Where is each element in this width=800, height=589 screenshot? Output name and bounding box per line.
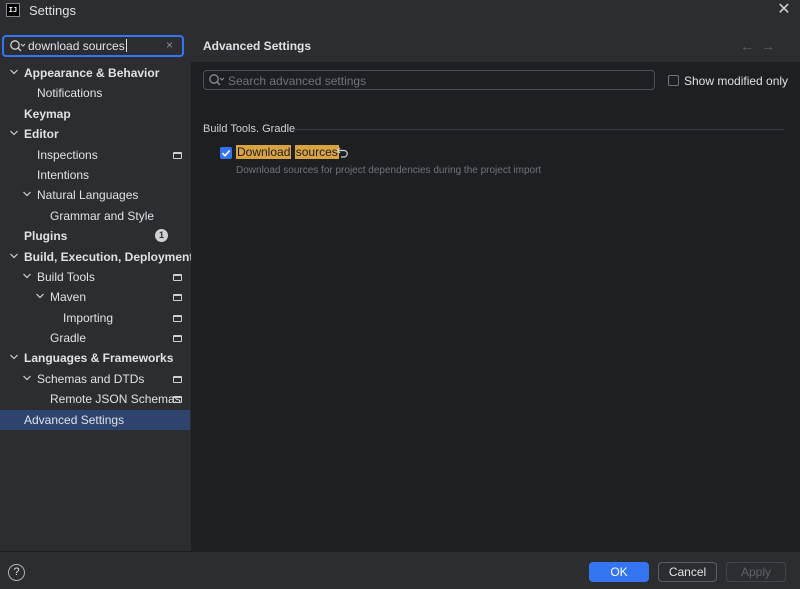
reset-to-default-icon[interactable]	[336, 145, 350, 159]
apply-button[interactable]: Apply	[726, 562, 786, 582]
tree-item[interactable]: Build, Execution, Deployment	[0, 247, 194, 267]
tree-item[interactable]: Schemas and DTDs	[0, 369, 190, 389]
content-header: Advanced Settings ← →	[191, 22, 800, 62]
tree-item[interactable]: Gradle	[0, 328, 190, 348]
chevron-down-icon[interactable]	[22, 189, 32, 199]
chevron-down-icon[interactable]	[22, 271, 32, 281]
tree-item[interactable]: Plugins 1	[0, 226, 190, 246]
search-highlight: sources	[294, 145, 339, 159]
tree-item[interactable]: Languages & Frameworks	[0, 348, 190, 368]
tree-item-label: Notifications	[37, 86, 103, 101]
dialog-footer: ? OK Cancel Apply	[0, 551, 800, 589]
page-title: Advanced Settings	[203, 39, 312, 53]
tree-item-label: Plugins	[24, 229, 68, 244]
settings-content: Advanced Settings ← → Search advanced se…	[191, 22, 800, 551]
tree-item[interactable]: Maven	[0, 287, 190, 307]
tree-item[interactable]: Grammar and Style	[0, 206, 190, 226]
project-level-icon	[173, 335, 182, 343]
settings-search-input[interactable]: download sources ×	[2, 35, 184, 57]
ok-button[interactable]: OK	[589, 562, 649, 582]
tree-item-label: Appearance & Behavior	[24, 66, 160, 80]
tree-item-label: Keymap	[24, 106, 71, 121]
tree-item-label: Intentions	[37, 167, 90, 182]
tree-item[interactable]: Intentions	[0, 165, 190, 185]
tree-item-label: Grammar and Style	[50, 208, 155, 223]
search-query-text: download sources	[28, 39, 127, 53]
tree-item-label: Advanced Settings	[24, 412, 125, 427]
project-level-icon	[173, 396, 182, 404]
window-title: Settings	[29, 3, 76, 18]
tree-item[interactable]: Importing	[0, 308, 190, 328]
tree-item-label: Languages & Frameworks	[24, 351, 174, 366]
project-level-icon	[173, 294, 182, 302]
search-icon	[209, 74, 224, 86]
tree-item-label: Maven	[50, 290, 87, 305]
tree-item[interactable]: Notifications	[0, 83, 190, 103]
project-level-icon	[173, 375, 182, 383]
chevron-down-icon[interactable]	[35, 291, 45, 301]
app-logo-icon: IJ	[6, 3, 20, 17]
close-icon[interactable]: ✕	[775, 0, 793, 20]
advanced-settings-search-input[interactable]: Search advanced settings	[203, 70, 655, 90]
tree-item[interactable]: Keymap	[0, 104, 190, 124]
back-arrow-icon[interactable]: ←	[740, 38, 754, 54]
show-modified-checkbox[interactable]	[668, 75, 679, 86]
search-highlight: Download	[236, 145, 292, 159]
title-bar: IJ Settings ✕	[0, 0, 800, 22]
tree-item[interactable]: Natural Languages	[0, 185, 190, 205]
tree-item-label: Remote JSON Schemas	[50, 392, 181, 407]
show-modified-label[interactable]: Show modified only	[684, 74, 788, 88]
tree-item-label: Importing	[63, 310, 114, 325]
settings-tree: Appearance & Behavior Notifications Keymap…	[0, 63, 194, 431]
download-sources-checkbox[interactable]	[220, 147, 232, 159]
tree-item[interactable]: Appearance & Behavior	[0, 63, 190, 83]
search-placeholder: Search advanced settings	[228, 74, 367, 88]
download-sources-description: Download sources for project dependencie…	[236, 165, 542, 176]
chevron-down-icon[interactable]	[9, 128, 19, 138]
tree-item-label: Gradle	[50, 331, 87, 346]
group-divider	[295, 129, 784, 130]
clear-search-icon[interactable]: ×	[166, 38, 173, 52]
tree-item-label: Build, Execution, Deployment	[24, 249, 194, 264]
tree-item[interactable]: Editor	[0, 124, 190, 144]
project-level-icon	[173, 273, 182, 281]
search-icon[interactable]	[9, 39, 25, 53]
update-count-badge: 1	[155, 229, 168, 243]
project-level-icon	[173, 314, 182, 322]
settings-sidebar: download sources × Appearance & Behavior…	[0, 22, 194, 551]
download-sources-label[interactable]: Download sources	[236, 145, 339, 159]
tree-item[interactable]: Build Tools	[0, 267, 190, 287]
tree-item-label: Build Tools	[37, 269, 95, 284]
tree-item-label: Editor	[24, 127, 59, 142]
chevron-down-icon[interactable]	[9, 251, 19, 261]
chevron-down-icon[interactable]	[22, 373, 32, 383]
tree-item[interactable]: Inspections	[0, 145, 190, 165]
forward-arrow-icon[interactable]: →	[761, 38, 775, 54]
tree-item[interactable]: Advanced Settings	[0, 409, 190, 431]
chevron-down-icon[interactable]	[9, 352, 19, 362]
tree-item-label: Inspections	[37, 147, 98, 162]
help-icon[interactable]: ?	[8, 564, 25, 581]
tree-item[interactable]: Remote JSON Schemas	[0, 389, 190, 409]
tree-item-label: Natural Languages	[37, 188, 139, 203]
project-level-icon	[173, 151, 182, 159]
chevron-down-icon[interactable]	[9, 67, 19, 77]
cancel-button[interactable]: Cancel	[658, 562, 717, 582]
tree-item-label: Schemas and DTDs	[37, 371, 145, 386]
checkmark-icon	[221, 149, 231, 157]
group-title: Build Tools. Gradle	[203, 123, 296, 135]
